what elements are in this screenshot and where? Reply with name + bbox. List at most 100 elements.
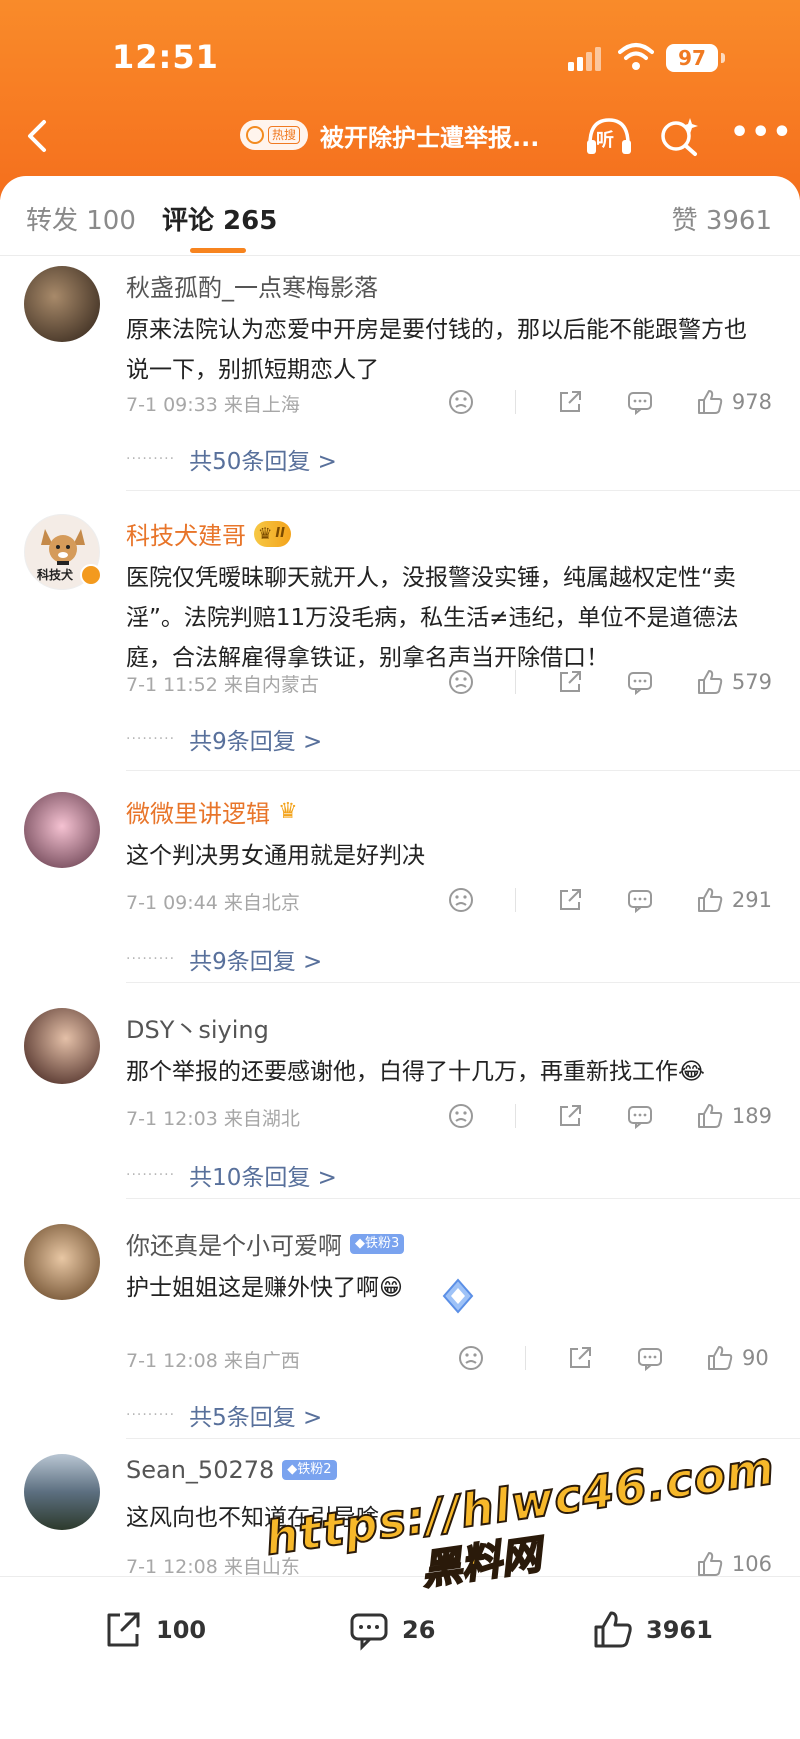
replies-link[interactable]: ········· 共5条回复 > <box>126 1398 322 1432</box>
avatar[interactable] <box>24 1008 100 1084</box>
replies-link[interactable]: ········· 共50条回复 > <box>126 442 337 476</box>
repost-button[interactable]: 100 <box>100 1607 206 1653</box>
like-count: 90 <box>742 1346 769 1370</box>
share-icon[interactable] <box>554 666 586 698</box>
comment-button[interactable]: 26 <box>346 1607 435 1653</box>
tab-comments[interactable]: 评论 265 <box>162 200 277 237</box>
page-title[interactable]: 被开除护士遭举报... <box>320 118 539 153</box>
comment-item: 你还真是个小可爱啊 ◆铁粉3 护士姐姐这是赚外快了啊😁 7-1 12:08 来自… <box>0 1220 800 1442</box>
thumbs-up-icon[interactable] <box>694 386 726 418</box>
like-count: 106 <box>731 1552 772 1576</box>
dotted-line: ········· <box>126 1407 176 1423</box>
tab-likes[interactable]: 赞 3961 <box>672 200 772 237</box>
avatar[interactable] <box>24 1454 100 1530</box>
back-arrow-icon[interactable] <box>18 116 58 156</box>
comment-count: 26 <box>402 1616 436 1644</box>
like-count: 189 <box>731 1104 772 1128</box>
comment-username[interactable]: 科技犬建哥 <box>126 516 246 551</box>
wifi-icon <box>618 43 654 70</box>
header: 12:51 97 热搜 被开除护士遭举报... 听 ••• <box>0 0 800 200</box>
reply-icon[interactable] <box>624 884 656 916</box>
comment-actions: 291 <box>407 884 772 916</box>
share-icon[interactable] <box>564 1342 596 1374</box>
comment-icon <box>350 1613 388 1651</box>
dotted-line: ········· <box>126 951 176 967</box>
reply-icon[interactable] <box>634 1342 666 1374</box>
dislike-face-icon[interactable] <box>445 884 477 916</box>
replies-link[interactable]: ········· 共9条回复 > <box>126 942 322 976</box>
share-icon[interactable] <box>554 884 586 916</box>
replies-link[interactable]: ········· 共9条回复 > <box>126 722 322 756</box>
comment-item: 科技犬 科技犬建哥 ♛ II 医院仅凭暧昧聊天就开人，没报警没实锤，纯属越权定性… <box>0 510 800 772</box>
status-time: 12:51 <box>112 38 219 76</box>
share-icon[interactable] <box>554 386 586 418</box>
like-count: 978 <box>731 390 772 414</box>
thumbs-up-icon[interactable] <box>694 884 726 916</box>
comment-actions: 189 <box>407 1100 772 1132</box>
comment-username[interactable]: Sean_50278 <box>126 1456 274 1484</box>
comment-username[interactable]: 微微里讲逻辑 <box>126 794 270 829</box>
comment-meta: 7-1 12:08 来自广西 <box>126 1350 300 1372</box>
tab-repost[interactable]: 转发 100 <box>26 200 136 237</box>
dislike-face-icon[interactable] <box>455 1342 487 1374</box>
iron-fan-badge: ◆铁粉3 <box>350 1233 405 1254</box>
more-options-icon[interactable]: ••• <box>730 118 794 148</box>
iron-fan-badge: ◆铁粉2 <box>282 1460 337 1480</box>
avatar[interactable] <box>24 792 100 868</box>
reply-icon[interactable] <box>624 1100 656 1132</box>
dislike-face-icon[interactable] <box>445 1100 477 1132</box>
comment-username[interactable]: 你还真是个小可爱啊 <box>126 1226 342 1261</box>
thumbs-up-icon[interactable] <box>694 1100 726 1132</box>
reply-icon[interactable] <box>624 666 656 698</box>
divider <box>514 1104 516 1128</box>
replies-link[interactable]: ········· 共10条回复 > <box>126 1158 337 1192</box>
reply-count-link[interactable]: 共50条回复 > <box>189 442 337 476</box>
tab-bar: 转发 100 评论 265 赞 3961 <box>0 176 800 256</box>
avatar[interactable] <box>24 266 100 342</box>
reply-count-link[interactable]: 共9条回复 > <box>189 942 322 976</box>
dislike-face-icon[interactable] <box>445 386 477 418</box>
comment-text: 医院仅凭暧昧聊天就开人，没报警没实锤，纯属越权定性“卖淫”。法院判赔11万没毛病… <box>126 565 739 671</box>
comment-username[interactable]: 秋盏孤酌_一点寒梅影落 <box>126 268 378 303</box>
listen-label: 听 <box>596 130 614 151</box>
dislike-face-icon[interactable] <box>445 666 477 698</box>
comment-item: 微微里讲逻辑 ♛ 这个判决男女通用就是好判决 7-1 09:44 来自北京 29… <box>0 788 800 984</box>
dotted-line: ········· <box>126 731 176 747</box>
like-count: 579 <box>731 670 772 694</box>
comment-meta: 7-1 09:44 来自北京 <box>126 892 300 914</box>
comment-meta: 7-1 12:03 来自湖北 <box>126 1108 300 1130</box>
divider <box>514 390 516 414</box>
dotted-line: ········· <box>126 451 176 467</box>
bottom-action-bar: 100 26 3961 <box>0 1576 800 1739</box>
like-count: 291 <box>731 888 772 912</box>
reply-count-link[interactable]: 共9条回复 > <box>189 722 322 756</box>
divider <box>525 1346 526 1370</box>
avatar[interactable] <box>24 1224 100 1300</box>
comment-divider <box>126 1198 800 1199</box>
hot-search-label: 热搜 <box>268 126 301 144</box>
dotted-line: ········· <box>126 1167 176 1183</box>
comment-item: 秋盏孤酌_一点寒梅影落 原来法院认为恋爱中开房是要付钱的，那以后能不能跟警方也说… <box>0 262 800 494</box>
svg-text:科技犬: 科技犬 <box>37 567 74 582</box>
reply-count-link[interactable]: 共5条回复 > <box>189 1398 322 1432</box>
share-icon[interactable] <box>554 1100 586 1132</box>
reply-icon[interactable] <box>624 386 656 418</box>
navbar: 热搜 被开除护士遭举报... 听 ••• <box>0 110 800 160</box>
like-button[interactable]: 3961 <box>590 1607 713 1653</box>
comment-actions: 90 <box>417 1342 782 1374</box>
comment-text: 那个举报的还要感谢他，白得了十几万，再重新找工作😂 <box>126 1059 705 1085</box>
active-tab-indicator <box>190 248 246 253</box>
reply-count-link[interactable]: 共10条回复 > <box>189 1158 337 1192</box>
hot-search-tag[interactable]: 热搜 <box>240 120 309 150</box>
comment-divider <box>126 1438 800 1439</box>
thumbs-up-icon[interactable] <box>694 666 726 698</box>
cellular-signal-icon <box>568 47 601 71</box>
ai-search-icon[interactable] <box>658 116 700 158</box>
comment-actions: 579 <box>407 666 772 698</box>
search-icon <box>246 126 264 144</box>
thumbs-up-icon[interactable] <box>704 1342 736 1374</box>
comment-divider <box>126 982 800 983</box>
battery-indicator: 97 <box>666 44 725 72</box>
comment-username[interactable]: DSY丶siying <box>126 1010 269 1045</box>
diamond-sparkle-icon <box>442 1278 474 1314</box>
